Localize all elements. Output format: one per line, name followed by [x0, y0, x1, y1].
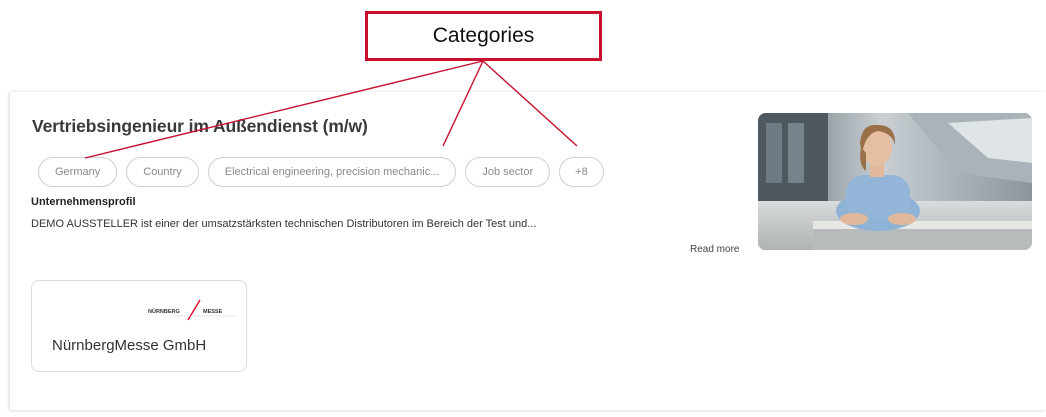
nuernbergmesse-logo: NÜRNBERG MESSE — [148, 297, 236, 323]
job-title[interactable]: Vertriebsingenieur im Außendienst (m/w) — [32, 116, 368, 137]
more-tags-button[interactable]: +8 — [559, 157, 604, 187]
tag-job-sector[interactable]: Job sector — [465, 157, 551, 187]
portrait-photo[interactable] — [758, 113, 1032, 250]
categories-callout: Categories — [365, 11, 602, 61]
tag-electrical-engineering[interactable]: Electrical engineering, precision mechan… — [207, 157, 457, 187]
page: Vertriebsingenieur im Außendienst (m/w) … — [0, 0, 1046, 417]
category-tags: Germany Country Electrical engineering, … — [38, 157, 604, 187]
exhibitor-card[interactable]: NÜRNBERG MESSE NürnbergMesse GmbH — [31, 280, 247, 372]
logo-text-left: NÜRNBERG — [148, 308, 180, 315]
logo-text-right: MESSE — [203, 309, 223, 315]
tag-country[interactable]: Country — [126, 157, 199, 187]
company-description: DEMO AUSSTELLER ist einer der umsatzstär… — [31, 218, 537, 230]
section-heading: Unternehmensprofil — [31, 196, 136, 208]
tag-country-germany[interactable]: Germany — [38, 157, 118, 187]
read-more-link[interactable]: Read more — [690, 244, 739, 255]
job-card[interactable]: Vertriebsingenieur im Außendienst (m/w) … — [10, 92, 1046, 410]
exhibitor-name[interactable]: NürnbergMesse GmbH — [52, 337, 206, 354]
